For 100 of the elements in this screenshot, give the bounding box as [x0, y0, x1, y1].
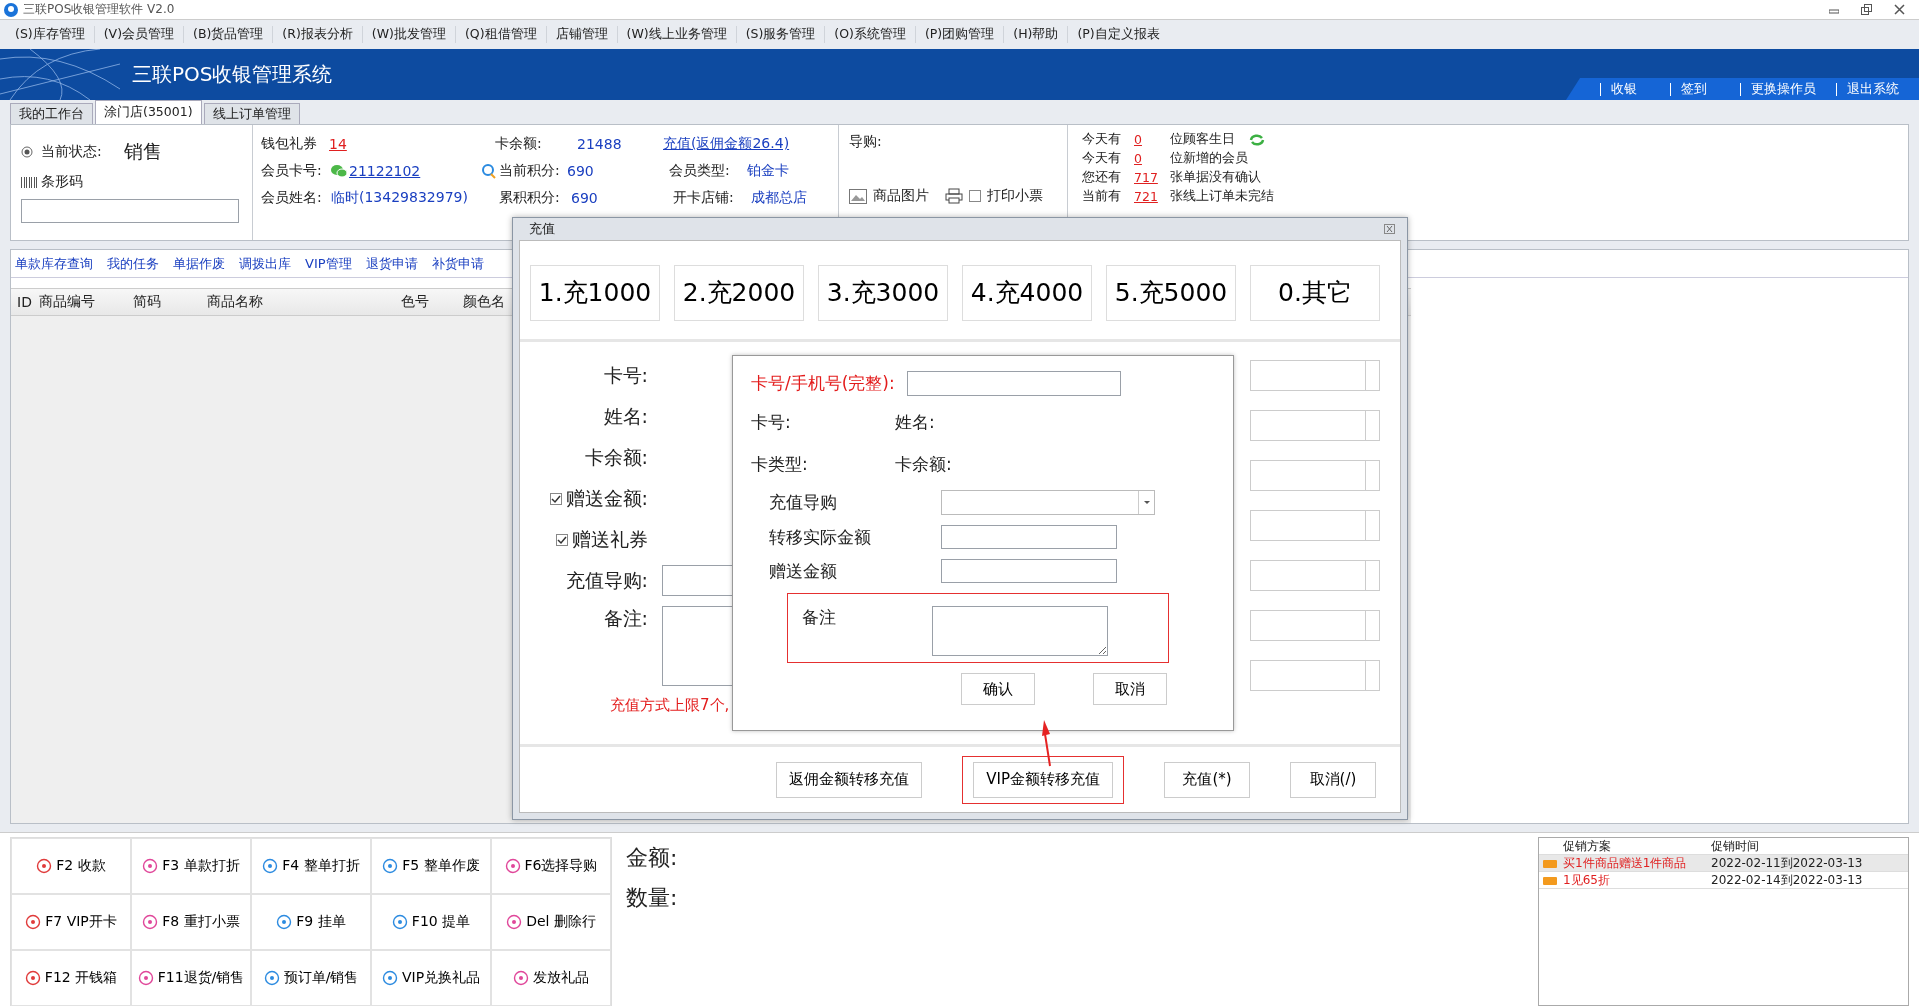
remark-field[interactable]: [932, 606, 1108, 656]
tab[interactable]: 我的工作台: [10, 103, 93, 124]
quick-link[interactable]: 我的任务: [107, 254, 159, 273]
function-key-button[interactable]: F11退货/销售: [131, 950, 251, 1006]
total-label: 数量:: [626, 884, 679, 912]
status-value: 销售: [123, 139, 162, 164]
menu-item[interactable]: (W)线上业务管理: [617, 26, 737, 43]
number-field[interactable]: [1250, 510, 1380, 541]
quick-link[interactable]: 调拨出库: [239, 254, 291, 273]
header-link[interactable]: 退出系统: [1826, 80, 1909, 98]
function-key-button[interactable]: F7 VIP开卡: [11, 894, 131, 950]
select-field[interactable]: [941, 490, 1155, 515]
printer-icon[interactable]: [945, 188, 963, 204]
function-key-button[interactable]: F4 整单打折: [251, 838, 371, 894]
function-key-button[interactable]: F2 收款: [11, 838, 131, 894]
image-icon: [849, 188, 867, 204]
menu-item[interactable]: (V)会员管理: [94, 26, 184, 43]
ring-icon: [381, 970, 398, 986]
quick-link[interactable]: 单款库存查询: [15, 254, 93, 273]
dialog-button[interactable]: 取消(/): [1290, 761, 1376, 798]
input-field[interactable]: [941, 525, 1117, 549]
function-key-button[interactable]: 发放礼品: [491, 950, 611, 1006]
close-icon[interactable]: [1894, 4, 1905, 15]
ring-icon: [142, 914, 159, 930]
quick-link[interactable]: VIP管理: [305, 254, 352, 273]
menu-item[interactable]: (S)库存管理: [6, 26, 95, 43]
wallet-label: 钱包礼券: [261, 135, 318, 153]
menu-item[interactable]: (B)货品管理: [184, 26, 274, 43]
function-key-button[interactable]: F6选择导购: [491, 838, 611, 894]
checkbox[interactable]: [549, 492, 562, 505]
close-icon[interactable]: [1384, 224, 1395, 234]
tab[interactable]: 涂门店(35001): [95, 100, 202, 124]
function-key-button[interactable]: Del 删除行: [491, 894, 611, 950]
quick-link[interactable]: 单据作废: [173, 254, 225, 273]
menu-item[interactable]: (H)帮助: [1004, 26, 1069, 43]
dialog-button[interactable]: 充值(*): [1164, 761, 1250, 798]
menu-item[interactable]: (O)系统管理: [825, 26, 916, 43]
notice-text: 您还有: [1082, 169, 1122, 186]
number-field[interactable]: [1250, 560, 1380, 591]
wallet-value[interactable]: 14: [329, 136, 489, 152]
quick-link[interactable]: 退货申请: [365, 254, 418, 273]
ring-icon: [382, 858, 399, 874]
number-field[interactable]: [1250, 410, 1380, 441]
promotion-row[interactable]: 1见65折 2022-02-14到2022-03-13: [1539, 872, 1908, 889]
search-icon[interactable]: [481, 163, 497, 179]
menu-item[interactable]: (W)批发管理: [362, 26, 456, 43]
header-link[interactable]: 签到: [1660, 80, 1730, 98]
notice-text: 今天有: [1082, 131, 1122, 148]
preset-amount-button[interactable]: 1.充1000: [530, 265, 660, 321]
number-field[interactable]: [1250, 360, 1380, 391]
function-key-button[interactable]: F8 重打小票: [131, 894, 251, 950]
notice-count[interactable]: 0: [1134, 151, 1170, 166]
preset-amount-button[interactable]: 2.充2000: [674, 265, 804, 321]
dialog-button[interactable]: 取消: [1093, 673, 1167, 705]
function-key-button[interactable]: F12 开钱箱: [11, 950, 131, 1006]
function-key-button[interactable]: F3 单款打折: [131, 838, 251, 894]
function-key-button[interactable]: 预订单/销售: [251, 950, 371, 1006]
function-key-button[interactable]: F9 挂单: [251, 894, 371, 950]
restore-icon[interactable]: [1861, 4, 1872, 15]
radio-icon[interactable]: [21, 146, 33, 158]
menu-item[interactable]: (P)自定义报表: [1068, 26, 1169, 43]
preset-amount-button[interactable]: 0.其它: [1250, 265, 1380, 321]
card-number[interactable]: 21122102: [349, 163, 479, 179]
menu-item[interactable]: (P)团购管理: [915, 26, 1005, 43]
refresh-icon[interactable]: [1249, 132, 1265, 147]
barcode-field[interactable]: [21, 199, 239, 223]
notice-count[interactable]: 0: [1134, 132, 1170, 147]
preset-amount-button[interactable]: 3.充3000: [818, 265, 948, 321]
notice-count[interactable]: 717: [1134, 170, 1170, 185]
menu-item[interactable]: 店铺管理: [546, 26, 618, 43]
function-key-button[interactable]: F10 提单: [371, 894, 491, 950]
recharge-link[interactable]: 充值(返佣金额26.4): [663, 135, 790, 153]
input-field[interactable]: [941, 559, 1117, 583]
checkbox[interactable]: [556, 533, 568, 546]
number-field[interactable]: [1250, 460, 1380, 491]
balance-value: 21488: [577, 136, 623, 152]
menu-item[interactable]: (R)报表分析: [273, 26, 363, 43]
promotion-row[interactable]: 买1件商品赠送1件商品 2022-02-11到2022-03-13: [1539, 855, 1908, 872]
checkbox[interactable]: [969, 190, 981, 202]
menu-item[interactable]: (Q)租借管理: [455, 26, 547, 43]
number-field[interactable]: [1250, 660, 1380, 691]
store-value: 成都总店: [751, 189, 807, 207]
tab[interactable]: 线上订单管理: [203, 103, 300, 124]
function-key-button[interactable]: F5 整单作废: [371, 838, 491, 894]
header-link[interactable]: 收银: [1590, 80, 1660, 98]
dialog-button[interactable]: VIP金额转移充值: [973, 761, 1113, 798]
phone-field[interactable]: [907, 370, 1121, 396]
quick-link[interactable]: 补货申请: [431, 254, 484, 273]
function-key-button[interactable]: VIP兑换礼品: [371, 950, 491, 1006]
dialog-button[interactable]: 确认: [961, 673, 1035, 705]
number-field[interactable]: [1250, 610, 1380, 641]
header-link[interactable]: 更换操作员: [1730, 80, 1826, 98]
notice-count[interactable]: 721: [1134, 189, 1170, 204]
menu-item[interactable]: (S)服务管理: [736, 26, 826, 43]
preset-amount-button[interactable]: 5.充5000: [1106, 265, 1236, 321]
print-receipt-label: 打印小票: [987, 187, 1043, 205]
tag-icon: [1543, 859, 1557, 868]
field-label: 赠送金额: [769, 559, 838, 583]
preset-amount-button[interactable]: 4.充4000: [962, 265, 1092, 321]
dialog-button[interactable]: 返佣金额转移充值: [776, 761, 923, 798]
